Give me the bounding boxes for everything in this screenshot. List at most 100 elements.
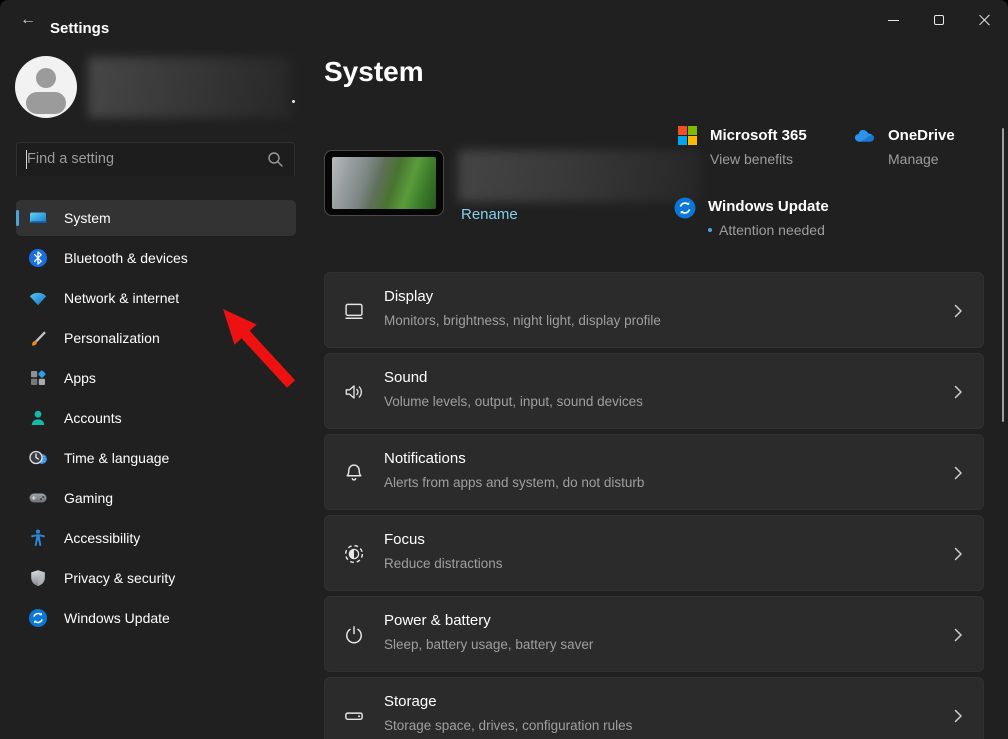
sidebar-item-privacy-security[interactable]: Privacy & security [16, 560, 296, 596]
search-box[interactable] [16, 142, 295, 176]
card-subtitle: Volume levels, output, input, sound devi… [384, 394, 643, 409]
sidebar-item-label: Accounts [64, 410, 122, 426]
sidebar-item-label: Personalization [64, 330, 160, 346]
sidebar-item-apps[interactable]: Apps [16, 360, 296, 396]
onedrive-promo[interactable]: OneDrive Manage [852, 126, 955, 167]
sidebar-item-label: System [64, 210, 111, 226]
person-icon [36, 68, 56, 88]
window-controls [870, 0, 1008, 40]
chevron-right-icon [954, 709, 963, 723]
sidebar-item-personalization[interactable]: Personalization [16, 320, 296, 356]
power-icon [343, 624, 365, 646]
windows-update-icon [672, 197, 698, 238]
promo-title: OneDrive [888, 126, 955, 145]
attention-needed-text: Attention needed [719, 222, 825, 238]
sidebar-item-system[interactable]: System [16, 200, 296, 236]
back-arrow-icon: ← [20, 11, 36, 29]
avatar[interactable] [15, 56, 77, 118]
back-button[interactable]: ← [12, 6, 44, 34]
sidebar-item-label: Windows Update [64, 610, 170, 626]
storage-drive-icon [343, 705, 365, 727]
titlebar: ← Settings [0, 0, 1008, 48]
notifications-bell-icon [343, 462, 365, 484]
sidebar-item-label: Accessibility [64, 530, 140, 546]
close-icon [979, 14, 991, 26]
card-focus[interactable]: Focus Reduce distractions [324, 515, 984, 591]
microsoft-logo-icon [674, 126, 700, 167]
card-subtitle: Monitors, brightness, night light, displ… [384, 313, 661, 328]
card-title: Display [384, 288, 433, 305]
time-language-icon [28, 448, 48, 468]
card-sound[interactable]: Sound Volume levels, output, input, soun… [324, 353, 984, 429]
card-subtitle: Reduce distractions [384, 556, 503, 571]
sidebar: System Bluetooth & devices Network & int… [0, 48, 312, 739]
chevron-right-icon [954, 466, 963, 480]
view-benefits-link[interactable]: View benefits [710, 151, 807, 167]
sound-icon [343, 381, 365, 403]
display-icon [343, 300, 365, 322]
sidebar-nav: System Bluetooth & devices Network & int… [16, 200, 296, 640]
card-title: Sound [384, 369, 427, 386]
sidebar-item-bluetooth-devices[interactable]: Bluetooth & devices [16, 240, 296, 276]
card-subtitle: Sleep, battery usage, battery saver [384, 637, 593, 652]
scrollbar[interactable] [1002, 128, 1004, 422]
sidebar-item-gaming[interactable]: Gaming [16, 480, 296, 516]
accessibility-icon [28, 528, 48, 548]
app-title: Settings [50, 20, 109, 37]
sidebar-item-accessibility[interactable]: Accessibility [16, 520, 296, 556]
sidebar-item-label: Gaming [64, 490, 113, 506]
search-icon [267, 151, 284, 168]
apps-icon [28, 368, 48, 388]
system-icon [28, 208, 48, 228]
sidebar-item-network-internet[interactable]: Network & internet [16, 280, 296, 316]
card-subtitle: Alerts from apps and system, do not dist… [384, 475, 644, 490]
rename-link[interactable]: Rename [461, 206, 518, 223]
sidebar-item-windows-update[interactable]: Windows Update [16, 600, 296, 636]
maximize-button[interactable] [916, 0, 962, 40]
sidebar-item-accounts[interactable]: Accounts [16, 400, 296, 436]
microsoft-365-promo[interactable]: Microsoft 365 View benefits [674, 126, 807, 167]
search-input[interactable] [27, 143, 257, 175]
card-subtitle: Storage space, drives, configuration rul… [384, 718, 632, 733]
onedrive-cloud-icon [852, 126, 878, 167]
attention-status-dot [708, 228, 712, 232]
main-panel: System Rename Microsoft 365 View benefit… [324, 48, 984, 739]
card-power-battery[interactable]: Power & battery Sleep, battery usage, ba… [324, 596, 984, 672]
card-title: Notifications [384, 450, 466, 467]
maximize-icon [934, 15, 944, 25]
chevron-right-icon [954, 628, 963, 642]
device-name-redacted [458, 150, 701, 202]
minimize-button[interactable] [870, 0, 916, 40]
windows-update-promo[interactable]: Windows Update Attention needed [672, 197, 829, 238]
card-title: Focus [384, 531, 425, 548]
chevron-right-icon [954, 304, 963, 318]
windows-update-icon [28, 608, 48, 628]
card-display[interactable]: Display Monitors, brightness, night ligh… [324, 272, 984, 348]
promo-title: Microsoft 365 [710, 126, 807, 145]
bluetooth-icon [28, 248, 48, 268]
accounts-icon [28, 408, 48, 428]
gaming-icon [28, 488, 48, 508]
promo-title: Windows Update [708, 197, 829, 216]
card-title: Storage [384, 693, 437, 710]
chevron-right-icon [954, 385, 963, 399]
sidebar-item-label: Apps [64, 370, 96, 386]
sidebar-item-label: Time & language [64, 450, 169, 466]
card-notifications[interactable]: Notifications Alerts from apps and syste… [324, 434, 984, 510]
device-preview-image [324, 150, 444, 216]
privacy-security-icon [28, 568, 48, 588]
network-icon [28, 288, 48, 308]
sidebar-item-label: Bluetooth & devices [64, 250, 188, 266]
settings-window: ← Settings [0, 0, 1008, 739]
close-button[interactable] [962, 0, 1008, 40]
settings-card-list: Display Monitors, brightness, night ligh… [324, 272, 984, 739]
minimize-icon [888, 20, 899, 21]
page-title: System [324, 56, 424, 88]
personalization-icon [28, 328, 48, 348]
manage-link[interactable]: Manage [888, 151, 955, 167]
card-storage[interactable]: Storage Storage space, drives, configura… [324, 677, 984, 739]
sidebar-item-time-language[interactable]: Time & language [16, 440, 296, 476]
chevron-right-icon [954, 547, 963, 561]
sidebar-item-label: Network & internet [64, 290, 179, 306]
focus-icon [343, 543, 365, 565]
